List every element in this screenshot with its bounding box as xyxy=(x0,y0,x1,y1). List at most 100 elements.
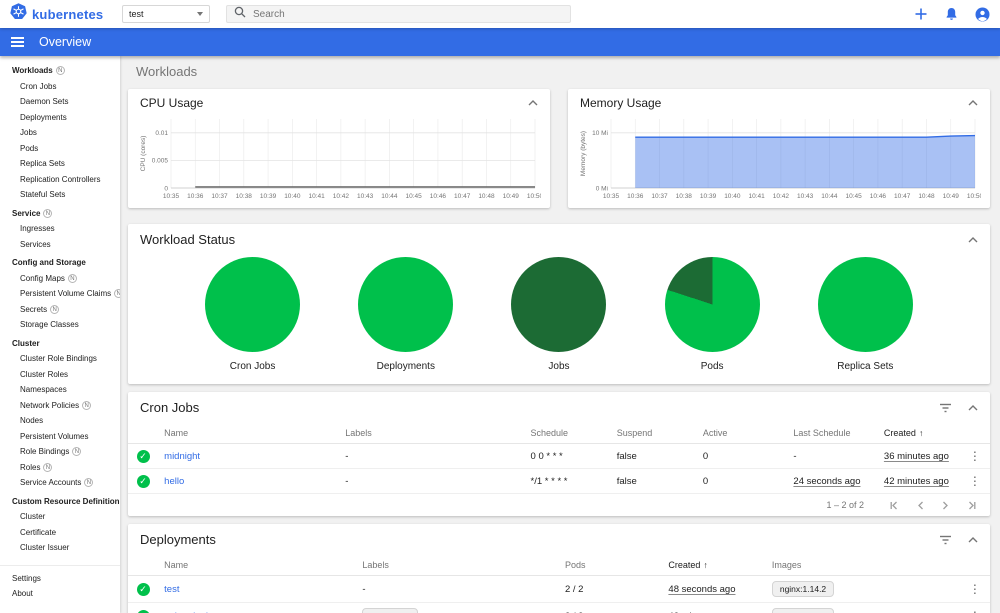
sidebar-item-roles[interactable]: Roles N xyxy=(0,460,120,476)
last-schedule-cell: - xyxy=(787,443,878,469)
create-button[interactable] xyxy=(914,7,928,21)
sidebar-item-cluster-roles[interactable]: Cluster Roles xyxy=(0,367,120,383)
last-page-button[interactable] xyxy=(967,501,976,510)
sidebar-item-crd-certificate[interactable]: Certificate xyxy=(0,525,120,541)
notifications-button[interactable] xyxy=(945,7,958,21)
namespace-select[interactable]: test xyxy=(122,5,210,23)
sidebar-item-crd-cluster[interactable]: Cluster xyxy=(0,509,120,525)
sidebar-item-services[interactable]: Services xyxy=(0,237,120,253)
sidebar-item-replication-controllers[interactable]: Replication Controllers xyxy=(0,172,120,188)
account-button[interactable] xyxy=(975,7,990,22)
sidebar-item-deployments[interactable]: Deployments xyxy=(0,110,120,126)
collapse-memory-card-button[interactable] xyxy=(968,100,978,106)
svg-text:10:38: 10:38 xyxy=(676,193,693,200)
filter-icon xyxy=(940,535,951,544)
sidebar-item-daemon-sets[interactable]: Daemon Sets xyxy=(0,94,120,110)
sidebar-item-nodes[interactable]: Nodes xyxy=(0,413,120,429)
search-bar[interactable] xyxy=(226,5,571,23)
column-header-suspend[interactable]: Suspend xyxy=(610,423,697,444)
deployment-name-link[interactable]: test xyxy=(164,584,179,595)
sidebar-item-ingresses[interactable]: Ingresses xyxy=(0,221,120,237)
svg-text:10:44: 10:44 xyxy=(381,193,398,200)
sidebar-item-about[interactable]: About xyxy=(0,586,120,602)
svg-text:10:48: 10:48 xyxy=(918,193,935,200)
sidebar-item-label: Role Bindings xyxy=(20,447,70,457)
kubernetes-brand[interactable]: kubernetes xyxy=(10,3,122,25)
pie-label: Pods xyxy=(700,361,724,372)
column-header-images[interactable]: Images xyxy=(765,555,960,576)
column-header-name[interactable]: Name xyxy=(158,555,357,576)
sidebar-item-jobs[interactable]: Jobs xyxy=(0,125,120,141)
status-ok-icon: ✓ xyxy=(136,449,150,463)
collapse-cpu-card-button[interactable] xyxy=(528,100,538,106)
sidebar-item-pods[interactable]: Pods xyxy=(0,141,120,157)
created-time[interactable]: 36 minutes ago xyxy=(884,451,949,462)
row-actions-button[interactable]: ⋮ xyxy=(966,582,984,596)
filter-button[interactable] xyxy=(939,535,952,545)
sidebar-item-service-accounts[interactable]: Service Accounts N xyxy=(0,475,120,491)
svg-text:10:49: 10:49 xyxy=(503,193,520,200)
next-page-button[interactable] xyxy=(942,501,949,510)
sidebar-item-config-maps[interactable]: Config Maps N xyxy=(0,271,120,287)
created-cell: 42 minutes ago xyxy=(877,468,960,494)
sidebar-item-workloads[interactable]: Workloads N xyxy=(0,63,120,79)
column-header-labels[interactable]: Labels xyxy=(356,555,559,576)
column-header-labels[interactable]: Labels xyxy=(339,423,525,444)
sidebar-item-label: Roles xyxy=(20,462,41,472)
column-header-created[interactable]: Created ↑ xyxy=(877,423,960,444)
sidebar-item-stateful-sets[interactable]: Stateful Sets xyxy=(0,187,120,203)
sidebar-section-config-and-storage[interactable]: Config and Storage xyxy=(0,255,120,271)
status-pie-charts: Cron Jobs Deployments Jobs Pods Replica … xyxy=(128,255,990,384)
sidebar-item-role-bindings[interactable]: Role Bindings N xyxy=(0,444,120,460)
row-actions-button[interactable]: ⋮ xyxy=(966,609,984,613)
column-header-pods[interactable]: Pods xyxy=(558,555,663,576)
sidebar-section-custom-resource-definitions[interactable]: Custom Resource Definitions xyxy=(0,494,120,510)
row-actions-button[interactable]: ⋮ xyxy=(966,474,984,488)
sidebar-item-persistent-volume-claims[interactable]: Persistent Volume Claims N xyxy=(0,286,120,302)
row-actions-button[interactable]: ⋮ xyxy=(966,449,984,463)
last-schedule-time[interactable]: 24 seconds ago xyxy=(793,476,860,487)
page-title: Workloads xyxy=(136,64,198,79)
top-app-bar: kubernetes test xyxy=(0,0,1000,28)
sidebar-item-secrets[interactable]: Secrets N xyxy=(0,302,120,318)
plus-icon xyxy=(915,8,927,20)
sidebar-item-persistent-volumes[interactable]: Persistent Volumes xyxy=(0,429,120,445)
sidebar-item-cron-jobs[interactable]: Cron Jobs xyxy=(0,79,120,95)
sidebar-item-storage-classes[interactable]: Storage Classes xyxy=(0,317,120,333)
sidebar-item-crd-cluster-issuer[interactable]: Cluster Issuer xyxy=(0,540,120,556)
filter-button[interactable] xyxy=(939,403,952,413)
svg-text:0 Mi: 0 Mi xyxy=(596,185,608,192)
collapse-cron-jobs-card-button[interactable] xyxy=(968,404,978,411)
first-page-button[interactable] xyxy=(890,501,899,510)
brand-text: kubernetes xyxy=(32,6,104,22)
sidebar-item-replica-sets[interactable]: Replica Sets xyxy=(0,156,120,172)
svg-text:10:37: 10:37 xyxy=(211,193,228,200)
namespaced-badge: N xyxy=(72,447,82,457)
sidebar-item-namespaces[interactable]: Namespaces xyxy=(0,382,120,398)
sidebar-item-label: Secrets xyxy=(20,304,48,314)
previous-page-button[interactable] xyxy=(917,501,924,510)
svg-text:10:45: 10:45 xyxy=(406,193,423,200)
cronjob-name-link[interactable]: midnight xyxy=(164,451,200,462)
column-header-active[interactable]: Active xyxy=(696,423,788,444)
collapse-deployments-card-button[interactable] xyxy=(968,536,978,543)
sidebar-item-cluster-role-bindings[interactable]: Cluster Role Bindings xyxy=(0,351,120,367)
collapse-status-card-button[interactable] xyxy=(968,236,978,243)
sidebar-section-cluster[interactable]: Cluster xyxy=(0,336,120,352)
column-header-schedule[interactable]: Schedule xyxy=(524,423,611,444)
sidebar-item-service[interactable]: Service N xyxy=(0,206,120,222)
sidebar-item-label: Config and Storage xyxy=(12,258,86,268)
column-header-last-schedule[interactable]: Last Schedule xyxy=(787,423,878,444)
schedule-cell: 0 0 * * * xyxy=(524,443,611,469)
cronjob-name-link[interactable]: hello xyxy=(164,476,184,487)
created-time[interactable]: 48 seconds ago xyxy=(668,584,735,595)
column-header-name[interactable]: Name xyxy=(158,423,340,444)
menu-button[interactable] xyxy=(11,36,24,48)
svg-text:10:36: 10:36 xyxy=(187,193,204,200)
column-header-created[interactable]: Created ↑ xyxy=(662,555,766,576)
sidebar-item-network-policies[interactable]: Network Policies N xyxy=(0,398,120,414)
search-input[interactable] xyxy=(253,8,563,20)
sidebar-item-settings[interactable]: Settings xyxy=(0,571,120,587)
created-time[interactable]: 42 minutes ago xyxy=(884,476,949,487)
created-cell: 36 minutes ago xyxy=(877,443,960,469)
